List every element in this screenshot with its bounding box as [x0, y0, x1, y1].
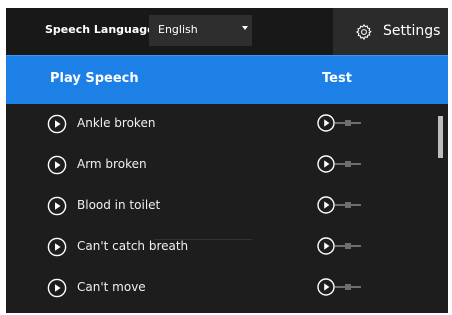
play-circle-icon[interactable]	[47, 196, 67, 216]
play-with-slider-icon	[317, 278, 361, 296]
column-header: Play Speech Test	[6, 55, 448, 104]
phrase-label: Can't move	[77, 280, 146, 294]
scrollbar-thumb[interactable]	[438, 116, 443, 158]
app-window: Speech Language English Settings Play Sp…	[6, 8, 448, 313]
play-circle-icon[interactable]	[47, 237, 67, 257]
list-item[interactable]: Can't move	[6, 268, 432, 308]
settings-label: Settings	[383, 23, 441, 39]
test-button[interactable]	[316, 153, 366, 175]
test-button[interactable]	[316, 194, 366, 216]
language-select-value: English	[158, 23, 198, 36]
list-item[interactable]: Blood in toilet	[6, 186, 432, 226]
list-item[interactable]: Can't catch breath	[6, 227, 432, 267]
play-with-slider-icon	[317, 237, 361, 255]
test-header: Test	[322, 71, 352, 86]
list-item[interactable]: Arm broken	[6, 145, 432, 185]
phrase-label: Blood in toilet	[77, 198, 161, 212]
play-circle-icon[interactable]	[47, 114, 67, 134]
speech-language-label: Speech Language	[45, 23, 155, 36]
phrase-label: Can't catch breath	[77, 239, 189, 253]
vertical-scrollbar[interactable]	[434, 104, 448, 313]
play-circle-icon[interactable]	[47, 278, 67, 298]
chevron-down-icon	[242, 26, 248, 30]
phrase-label: Arm broken	[77, 157, 147, 171]
top-bar: Speech Language English Settings	[6, 8, 448, 55]
phrase-list: Ankle broken Arm broken Blood in toilet Can…	[6, 104, 448, 313]
play-with-slider-icon	[317, 114, 361, 132]
gear-icon	[355, 23, 372, 41]
play-speech-header: Play Speech	[50, 71, 139, 86]
play-with-slider-icon	[317, 196, 361, 214]
test-button[interactable]	[316, 112, 366, 134]
language-select[interactable]: English	[149, 15, 252, 46]
play-with-slider-icon	[317, 155, 361, 173]
phrase-label: Ankle broken	[77, 116, 156, 130]
list-item[interactable]: Ankle broken	[6, 104, 432, 144]
test-button[interactable]	[316, 276, 366, 298]
settings-button[interactable]: Settings	[333, 8, 448, 55]
test-button[interactable]	[316, 235, 366, 257]
play-circle-icon[interactable]	[47, 155, 67, 175]
